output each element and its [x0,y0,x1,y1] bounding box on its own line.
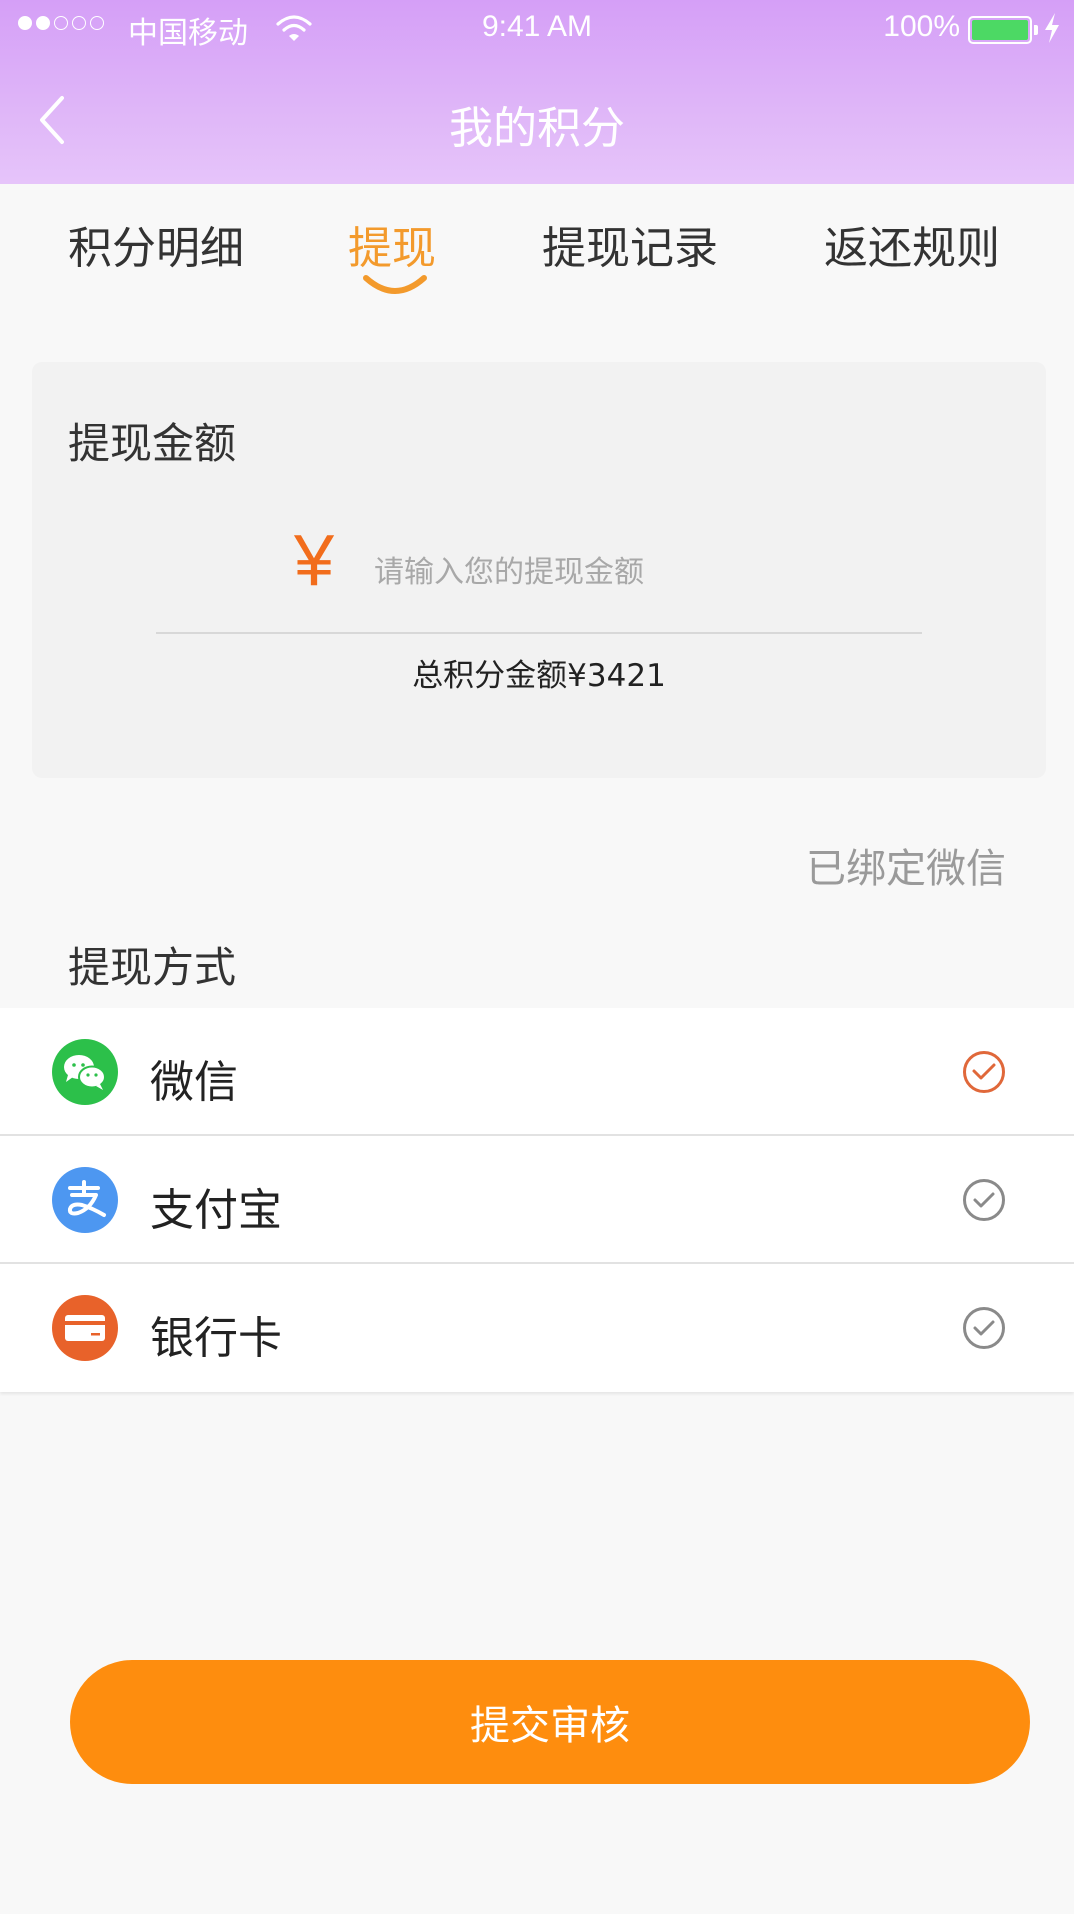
checkmark-unselected-icon[interactable] [962,1178,1006,1222]
method-label: 微信 [150,1057,238,1108]
withdraw-method-label: 提现方式 [68,943,237,992]
nav-bar: 我的积分 [0,56,1074,184]
checkmark-selected-icon[interactable] [962,1050,1006,1094]
page-title: 我的积分 [449,103,625,154]
alipay-icon [52,1167,118,1233]
withdraw-amount-card: 提现金额 ¥ 总积分金额¥3421 [32,362,1046,778]
active-tab-indicator [363,275,427,294]
method-option-wechat[interactable]: 微信 [0,1008,1074,1136]
tab-withdraw[interactable]: 提现 [348,212,436,276]
tab-points-detail[interactable]: 积分明细 [68,212,244,276]
battery-percent: 100% [883,10,960,43]
tab-withdraw-records[interactable]: 提现记录 [542,212,718,276]
divider [156,632,922,634]
battery-icon [968,16,1032,44]
bound-account-status: 已绑定微信 [806,846,1006,892]
tab-bar: 积分明细 提现 提现记录 返还规则 [0,184,1074,324]
status-bar: 中国移动 9:41 AM 100% [0,0,1074,56]
wechat-icon [52,1039,118,1105]
header: 中国移动 9:41 AM 100% 我的积分 [0,0,1074,184]
method-option-bank-card[interactable]: 银行卡 [0,1264,1074,1392]
withdraw-method-list: 微信 支付宝 银行卡 [0,1008,1074,1392]
battery-nub [1034,25,1038,35]
method-label: 支付宝 [150,1185,282,1236]
tab-return-rules[interactable]: 返还规则 [824,212,1000,276]
checkmark-unselected-icon[interactable] [962,1306,1006,1350]
withdraw-amount-label: 提现金额 [68,419,237,468]
withdraw-amount-input[interactable] [374,544,894,600]
method-option-alipay[interactable]: 支付宝 [0,1136,1074,1264]
total-points-amount: 总积分金额¥3421 [412,658,666,694]
method-label: 银行卡 [150,1313,282,1364]
yen-icon: ¥ [294,521,335,601]
charging-bolt-icon [1045,13,1059,43]
bank-card-icon [52,1295,118,1361]
battery-fill [972,20,1028,40]
submit-review-button[interactable]: 提交审核 [70,1660,1030,1784]
